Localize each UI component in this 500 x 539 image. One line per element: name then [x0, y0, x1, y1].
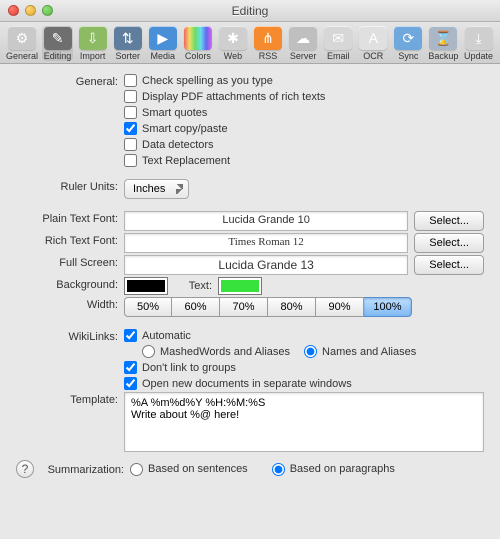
summarization-label: Summarization: — [42, 462, 130, 476]
template-textarea[interactable] — [124, 392, 484, 452]
plain-text-font-field: Lucida Grande 10 — [124, 211, 408, 231]
server-icon: ☁ — [289, 26, 317, 50]
width-label: Width: — [16, 297, 124, 311]
traffic-lights — [8, 5, 53, 16]
wiki-mode-radios: MashedWords and Aliases Names and Aliases — [124, 345, 484, 358]
toolbar-item-rss[interactable]: ⋔RSS — [253, 26, 284, 61]
toolbar-item-media[interactable]: ▶Media — [147, 26, 178, 61]
width-option-90[interactable]: 90% — [316, 297, 364, 317]
web-icon: ✱ — [219, 26, 247, 50]
titlebar: Editing — [0, 0, 500, 22]
wiki-automatic-checkbox[interactable]: Automatic — [124, 329, 484, 342]
full-screen-font-label: Full Screen: — [16, 255, 124, 269]
background-color-well[interactable] — [124, 277, 168, 295]
template-label: Template: — [16, 392, 124, 406]
toolbar-item-web[interactable]: ✱Web — [217, 26, 248, 61]
toolbar-item-general[interactable]: ⚙General — [6, 26, 38, 61]
general-label: General: — [16, 74, 124, 88]
width-option-60[interactable]: 60% — [172, 297, 220, 317]
zoom-button[interactable] — [42, 5, 53, 16]
toolbar-item-sorter[interactable]: ⇅Sorter — [112, 26, 143, 61]
summarization-radio[interactable]: Based on paragraphs — [272, 463, 395, 476]
close-button[interactable] — [8, 5, 19, 16]
rich-text-font-field: Times Roman 12 — [124, 233, 408, 253]
general-options: Check spelling as you type Display PDF at… — [124, 74, 484, 167]
wiki-mode-radio[interactable]: MashedWords and Aliases — [142, 345, 290, 358]
preferences-toolbar: ⚙General✎Editing⇩Import⇅Sorter▶MediaColo… — [0, 22, 500, 64]
summarization-radios: Based on sentences Based on paragraphs — [130, 463, 484, 476]
width-option-100[interactable]: 100% — [364, 297, 412, 317]
wiki-dont-link-checkbox[interactable]: Don't link to groups — [124, 361, 484, 374]
rich-text-font-select-button[interactable]: Select... — [414, 233, 484, 253]
toolbar-item-import[interactable]: ⇩Import — [77, 26, 108, 61]
plain-text-font-label: Plain Text Font: — [16, 211, 124, 225]
sorter-icon: ⇅ — [114, 26, 142, 50]
rich-text-font-label: Rich Text Font: — [16, 233, 124, 247]
wiki-mode-radio[interactable]: Names and Aliases — [304, 345, 416, 358]
toolbar-item-update[interactable]: ⤓Update — [463, 26, 494, 61]
update-icon: ⤓ — [465, 26, 493, 50]
background-label: Background: — [16, 277, 124, 291]
full-screen-font-select-button[interactable]: Select... — [414, 255, 484, 275]
plain-text-font-select-button[interactable]: Select... — [414, 211, 484, 231]
ocr-icon: A — [359, 26, 387, 50]
import-icon: ⇩ — [79, 26, 107, 50]
general-option-checkbox[interactable]: Check spelling as you type — [124, 74, 484, 87]
summarization-radio[interactable]: Based on sentences — [130, 463, 248, 476]
general-option-checkbox[interactable]: Display PDF attachments of rich texts — [124, 90, 484, 103]
toolbar-item-server[interactable]: ☁Server — [288, 26, 319, 61]
width-option-70[interactable]: 70% — [220, 297, 268, 317]
toolbar-item-backup[interactable]: ⌛Backup — [428, 26, 459, 61]
media-icon: ▶ — [149, 26, 177, 50]
toolbar-item-editing[interactable]: ✎Editing — [42, 26, 73, 61]
general-option-checkbox[interactable]: Smart quotes — [124, 106, 484, 119]
window-title: Editing — [0, 4, 500, 18]
ruler-units-select[interactable]: Inches — [124, 179, 189, 199]
width-option-50[interactable]: 50% — [124, 297, 172, 317]
general-option-checkbox[interactable]: Data detectors — [124, 138, 484, 151]
help-button[interactable]: ? — [16, 460, 34, 478]
text-color-well[interactable] — [218, 277, 262, 295]
general-icon: ⚙ — [8, 26, 36, 50]
full-screen-font-field: Lucida Grande 13 — [124, 255, 408, 275]
backup-icon: ⌛ — [429, 26, 457, 50]
colors-icon — [184, 26, 212, 50]
toolbar-item-colors[interactable]: Colors — [182, 26, 213, 61]
width-option-80[interactable]: 80% — [268, 297, 316, 317]
general-option-checkbox[interactable]: Text Replacement — [124, 154, 484, 167]
email-icon: ✉ — [324, 26, 352, 50]
text-color-label: Text: — [174, 280, 212, 292]
ruler-units-label: Ruler Units: — [16, 179, 124, 193]
toolbar-item-ocr[interactable]: AOCR — [358, 26, 389, 61]
general-option-checkbox[interactable]: Smart copy/paste — [124, 122, 484, 135]
minimize-button[interactable] — [25, 5, 36, 16]
toolbar-item-email[interactable]: ✉Email — [323, 26, 354, 61]
content-area: General: Check spelling as you type Displ… — [0, 64, 500, 490]
editing-icon: ✎ — [44, 26, 72, 50]
sync-icon: ⟳ — [394, 26, 422, 50]
wikilinks-label: WikiLinks: — [16, 329, 124, 343]
toolbar-item-sync[interactable]: ⟳Sync — [393, 26, 424, 61]
rss-icon: ⋔ — [254, 26, 282, 50]
wiki-open-new-checkbox[interactable]: Open new documents in separate windows — [124, 377, 484, 390]
width-segmented-control: 50%60%70%80%90%100% — [124, 297, 412, 317]
